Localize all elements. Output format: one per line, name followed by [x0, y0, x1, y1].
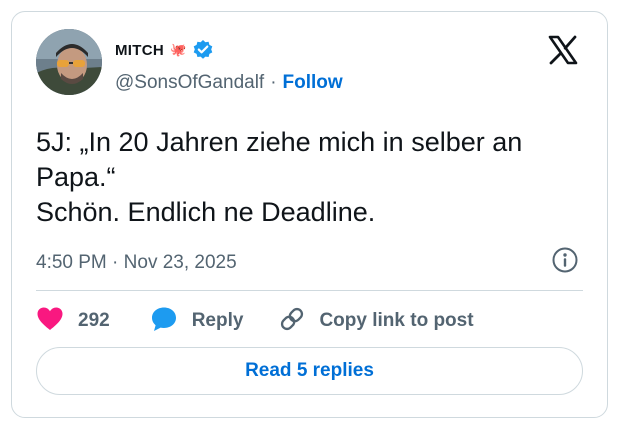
author-name-row: MITCH 🐙 — [115, 39, 214, 61]
speech-bubble-icon — [150, 305, 178, 338]
tweet-text-line: Schön. Endlich ne Deadline. — [36, 197, 376, 227]
reply-button[interactable]: Reply — [150, 305, 244, 338]
handle-row: @SonsOfGandalf · Follow — [115, 72, 343, 94]
avatar[interactable] — [36, 29, 102, 95]
tweet-time: 4:50 PM — [36, 252, 107, 273]
follow-button[interactable]: Follow — [283, 72, 343, 94]
like-count: 292 — [78, 310, 110, 331]
tweet-date: Nov 23, 2025 — [123, 252, 237, 273]
reply-label: Reply — [191, 310, 244, 331]
divider — [36, 290, 583, 291]
display-name[interactable]: MITCH — [115, 42, 164, 59]
author-handle[interactable]: @SonsOfGandalf — [115, 72, 264, 94]
tweet-timestamp[interactable]: 4:50 PM · Nov 23, 2025 — [36, 252, 237, 274]
heart-icon — [36, 306, 64, 337]
info-icon[interactable] — [551, 246, 579, 274]
x-logo-icon[interactable] — [547, 34, 579, 66]
name-emoji: 🐙 — [170, 42, 187, 58]
action-bar: 292 Reply Copy link to post — [36, 304, 474, 338]
timestamp-separator: · — [112, 252, 119, 273]
tweet-text-line: 5J: „In 20 Jahren ziehe mich in selber a… — [36, 127, 523, 157]
read-replies-button[interactable]: Read 5 replies — [36, 347, 583, 395]
verified-badge-icon — [192, 39, 214, 61]
tweet-text-line: Papa.“ — [36, 162, 116, 192]
tweet-text: 5J: „In 20 Jahren ziehe mich in selber a… — [36, 125, 586, 230]
tweet-card: MITCH 🐙 @SonsOfGandalf · Follow 5J: „In … — [11, 11, 608, 418]
link-icon — [277, 304, 307, 339]
like-button[interactable]: 292 — [36, 306, 110, 337]
handle-separator: · — [270, 72, 277, 93]
copy-link-label: Copy link to post — [319, 310, 474, 331]
copy-link-button[interactable]: Copy link to post — [277, 304, 474, 339]
